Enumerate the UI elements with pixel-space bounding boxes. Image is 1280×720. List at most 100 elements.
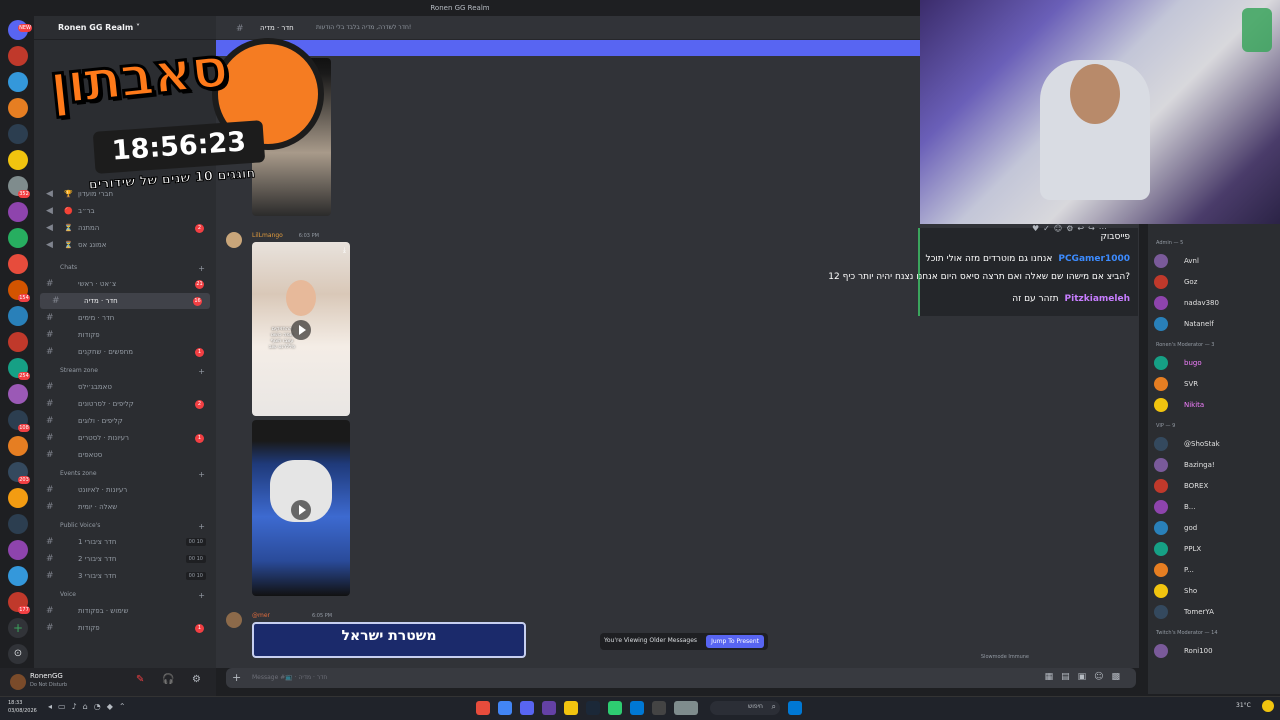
member-item[interactable]: god: [1154, 519, 1278, 537]
category-header[interactable]: Events zone +: [46, 470, 211, 480]
server-icon[interactable]: [8, 332, 28, 352]
channel-item[interactable]: # מחפשים · שחקנים 1: [34, 344, 212, 360]
channel-item[interactable]: # חדר · מימים: [34, 310, 212, 326]
tray-icons[interactable]: ◂▭♪⌂◔◆⌃: [48, 702, 132, 711]
channel-item[interactable]: # קליפים · ולוגים: [34, 413, 212, 429]
play-icon[interactable]: [291, 320, 311, 340]
category-header[interactable]: Public Voice's +: [46, 522, 211, 532]
app-icon[interactable]: [608, 701, 622, 715]
channel-item[interactable]: # חדר ציבורי 2 00 10: [34, 551, 212, 567]
author-name[interactable]: @mer: [252, 612, 270, 619]
server-icon[interactable]: [8, 436, 28, 456]
channel-item[interactable]: # שימוש · בפקודות: [34, 603, 212, 619]
folder-icon[interactable]: [564, 701, 578, 715]
member-item[interactable]: bugo: [1154, 354, 1278, 372]
category-header[interactable]: Stream zone +: [46, 367, 211, 377]
chrome-icon[interactable]: [498, 701, 512, 715]
app-icon[interactable]: [674, 701, 698, 715]
member-item[interactable]: P...: [1154, 561, 1278, 579]
channel-item[interactable]: # חדר · מדיה 16: [40, 293, 210, 309]
category-label: Events zone: [60, 470, 97, 477]
video-attachment[interactable]: ההחזיקים שמה כושט עצבו תצוף פללרנט שוב ⤓: [252, 242, 350, 416]
message-author[interactable]: @mer 6:05 PM: [252, 612, 332, 619]
server-icon[interactable]: [8, 306, 28, 326]
avatar[interactable]: [226, 612, 242, 628]
server-icon[interactable]: [8, 566, 28, 586]
member-item[interactable]: Roni100: [1154, 642, 1278, 660]
category-header[interactable]: Voice +: [46, 591, 211, 601]
deafen-icon[interactable]: 🎧: [162, 674, 174, 685]
member-item[interactable]: Natanelf: [1154, 315, 1278, 333]
add-channel-icon[interactable]: +: [198, 264, 205, 273]
download-icon[interactable]: ⤓: [343, 246, 346, 255]
hash-icon: #: [46, 571, 54, 581]
add-channel-icon[interactable]: +: [198, 591, 205, 600]
channel-item[interactable]: # רעיונות · לאיוונט: [34, 482, 212, 498]
channel-item[interactable]: # צ׳אט · ראשי 21: [34, 276, 212, 292]
category-header[interactable]: Chats +: [46, 264, 211, 274]
video-attachment[interactable]: [252, 420, 350, 596]
server-icon[interactable]: [8, 488, 28, 508]
add-attachment-icon[interactable]: +: [232, 671, 241, 684]
taskbar-search[interactable]: חיפוש ⌕: [710, 701, 780, 715]
server-icon[interactable]: [8, 202, 28, 222]
member-item[interactable]: Sho: [1154, 582, 1278, 600]
add-channel-icon[interactable]: +: [198, 367, 205, 376]
chat-username[interactable]: Pitzkiameleh: [1065, 294, 1130, 304]
avatar: [1154, 317, 1168, 331]
message-input[interactable]: + Message #📺 · חדר · מדיה ▦▤▣☺▩: [226, 668, 1136, 688]
server-icon[interactable]: [8, 384, 28, 404]
chat-username[interactable]: PCGamer1000: [1058, 254, 1130, 264]
channel-item[interactable]: # חדר ציבורי 1 00 10: [34, 534, 212, 550]
app-icon[interactable]: [652, 701, 666, 715]
edge-icon[interactable]: [630, 701, 644, 715]
channel-item[interactable]: # רעיונות · לסטרים 1: [34, 430, 212, 446]
channel-item[interactable]: # חדר ציבורי 3 00 10: [34, 568, 212, 584]
member-item[interactable]: Nikita: [1154, 396, 1278, 414]
member-item[interactable]: Avnl: [1154, 252, 1278, 270]
member-item[interactable]: Goz: [1154, 273, 1278, 291]
server-icon[interactable]: [8, 514, 28, 534]
message-actions-icon[interactable]: ♥✓☺⚙↩↪⋯: [1032, 224, 1111, 233]
member-item[interactable]: @ShoStak: [1154, 435, 1278, 453]
settings-gear-icon[interactable]: ⚙: [192, 674, 201, 685]
avatar[interactable]: [10, 674, 26, 690]
play-icon[interactable]: [291, 500, 311, 520]
member-item[interactable]: PPLX: [1154, 540, 1278, 558]
member-item[interactable]: SVR: [1154, 375, 1278, 393]
channel-item[interactable]: # שאלה · יומית: [34, 499, 212, 515]
message-author[interactable]: LilLmango 6:03 PM: [252, 232, 319, 239]
avatar[interactable]: [226, 232, 242, 248]
mute-icon[interactable]: ✎: [136, 674, 144, 685]
unread-badge: 2: [195, 224, 204, 233]
server-icon[interactable]: [8, 540, 28, 560]
jump-to-present-button[interactable]: Jump To Present: [706, 635, 764, 648]
server-icon[interactable]: [8, 228, 28, 248]
app-icon[interactable]: [476, 701, 490, 715]
start-icon[interactable]: [788, 701, 802, 715]
channel-item[interactable]: # פקודות 1: [34, 620, 212, 636]
discover-icon[interactable]: ⊙: [8, 644, 28, 664]
channel-item[interactable]: # טאמבג׳ילס: [34, 379, 212, 395]
member-item[interactable]: B...: [1154, 498, 1278, 516]
twitch-icon[interactable]: [542, 701, 556, 715]
steam-icon[interactable]: [586, 701, 600, 715]
add-server-icon[interactable]: +: [8, 618, 28, 638]
add-channel-icon[interactable]: +: [198, 522, 205, 531]
image-attachment[interactable]: משטרת ישראל: [252, 622, 526, 658]
server-icon[interactable]: [8, 254, 28, 274]
channel-item[interactable]: # פקודות: [34, 327, 212, 343]
channel-item[interactable]: ◀ ⏳ המתנה 2: [34, 220, 212, 236]
author-name[interactable]: LilLmango: [252, 232, 283, 239]
discord-icon[interactable]: [520, 701, 534, 715]
channel-item[interactable]: ◀ 🔴 בר״ב: [34, 203, 212, 219]
member-item[interactable]: BOREX: [1154, 477, 1278, 495]
member-item[interactable]: nadav380: [1154, 294, 1278, 312]
channel-item[interactable]: ◀ ⏳ אמונג אס: [34, 237, 212, 253]
channel-item[interactable]: # סטאפים: [34, 447, 212, 463]
channel-item[interactable]: # קליפים · לסרטונים 2: [34, 396, 212, 412]
member-item[interactable]: Bazinga!: [1154, 456, 1278, 474]
input-tools-icon[interactable]: ▦▤▣☺▩: [1045, 672, 1128, 682]
member-item[interactable]: TomerYA: [1154, 603, 1278, 621]
add-channel-icon[interactable]: +: [198, 470, 205, 479]
